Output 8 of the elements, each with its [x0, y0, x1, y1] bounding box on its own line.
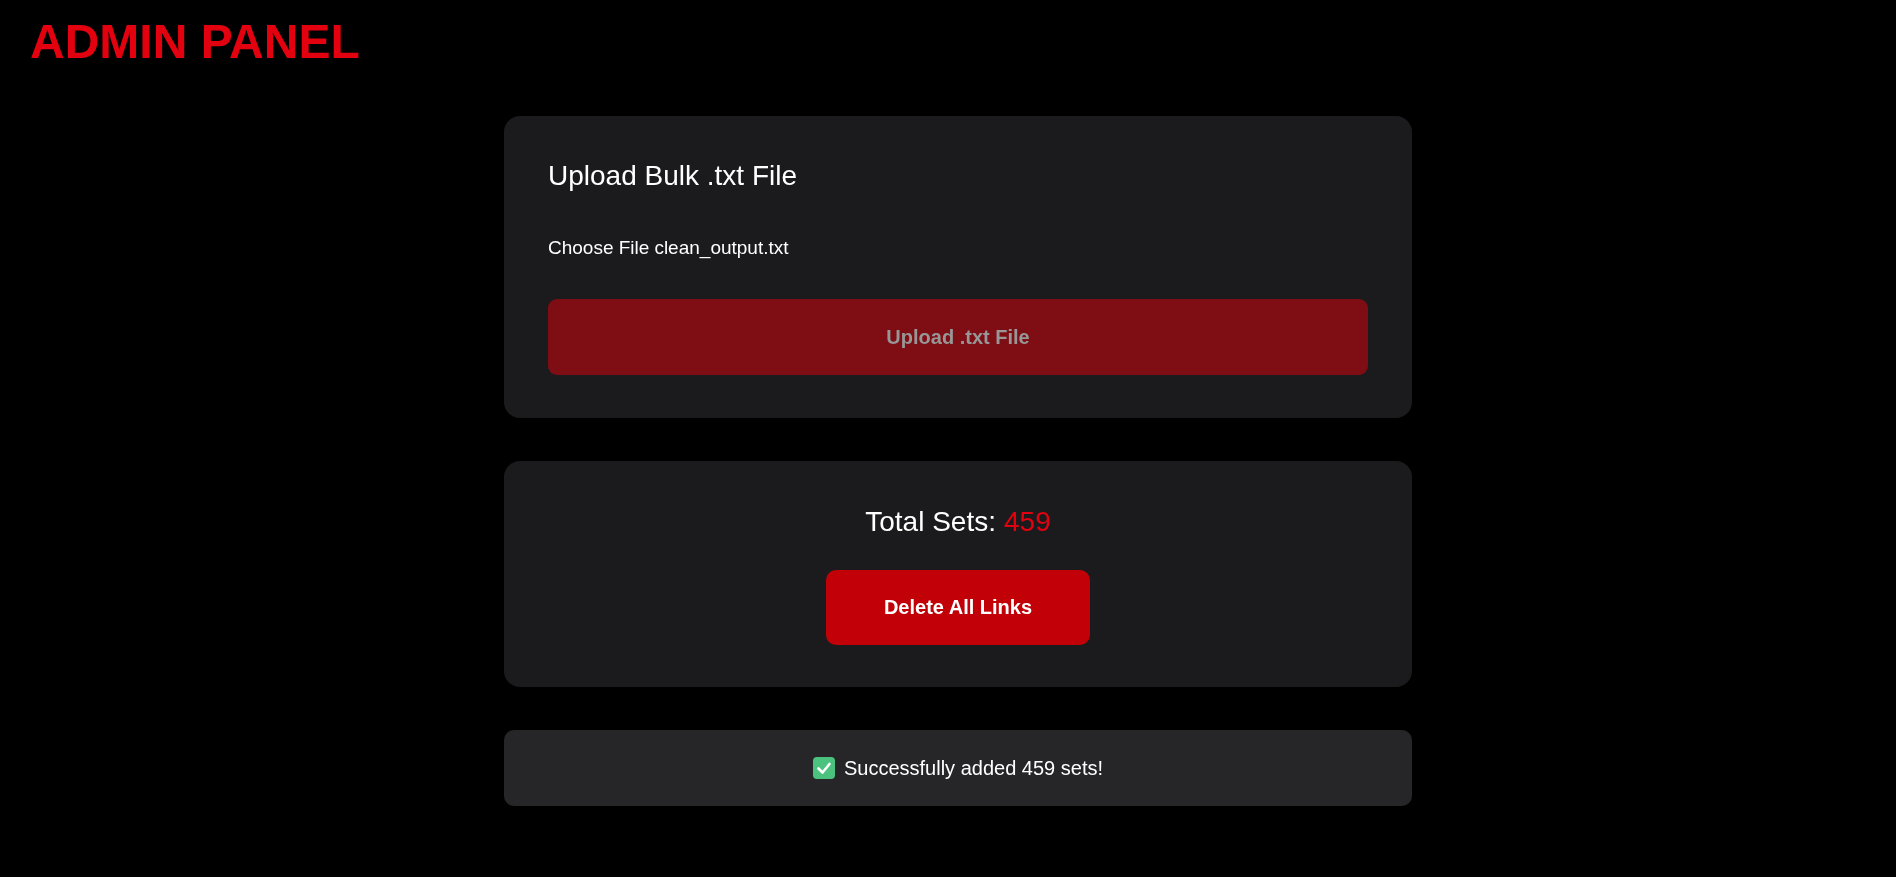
total-count: 459 — [1004, 506, 1051, 538]
file-name: clean_output.txt — [654, 236, 789, 259]
choose-file-button[interactable]: Choose File — [548, 236, 650, 259]
status-message: Successfully added 459 sets! — [843, 756, 1103, 780]
card-heading: Upload Bulk .txt File — [548, 160, 797, 192]
page-title: ADMIN PANEL — [30, 14, 360, 69]
delete-button[interactable]: Delete All Links — [825, 570, 1091, 645]
total-label: Total Sets: — [865, 506, 996, 538]
